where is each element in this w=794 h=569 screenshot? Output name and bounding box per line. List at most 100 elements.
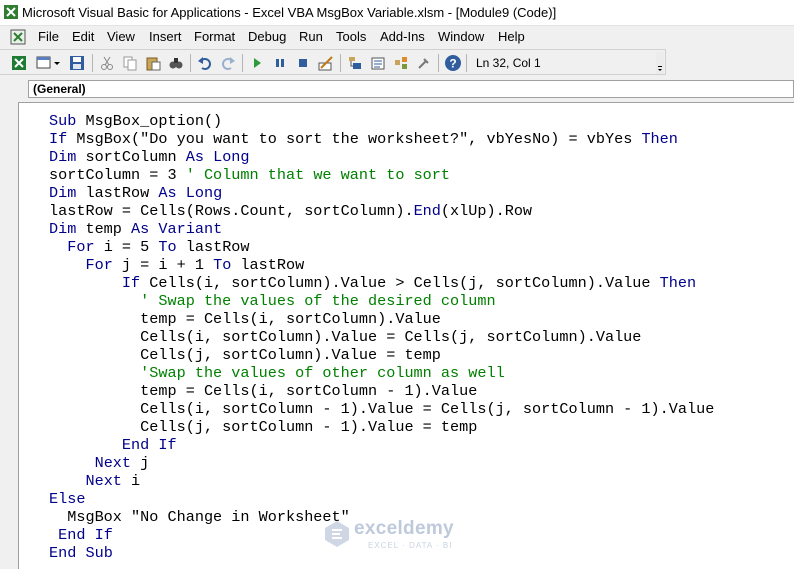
code-line[interactable]: For i = 5 To lastRow bbox=[49, 238, 714, 256]
code-line[interactable]: lastRow = Cells(Rows.Count, sortColumn).… bbox=[49, 202, 714, 220]
object-browser-icon[interactable] bbox=[392, 54, 410, 72]
code-keyword: As bbox=[158, 184, 177, 202]
menu-run[interactable]: Run bbox=[299, 29, 323, 44]
code-comment: ' Swap the values of the desired column bbox=[140, 292, 496, 310]
menu-help[interactable]: Help bbox=[498, 29, 525, 44]
redo-icon[interactable] bbox=[219, 54, 237, 72]
toolbox-icon[interactable] bbox=[415, 54, 433, 72]
code-keyword: Sub bbox=[85, 544, 113, 562]
break-icon[interactable] bbox=[271, 54, 289, 72]
undo-icon[interactable] bbox=[196, 54, 214, 72]
watermark-tagline: EXCEL · DATA · BI bbox=[368, 541, 453, 550]
reset-icon[interactable] bbox=[294, 54, 312, 72]
code-line[interactable]: If MsgBox("Do you want to sort the works… bbox=[49, 130, 714, 148]
design-mode-icon[interactable] bbox=[317, 54, 335, 72]
code-keyword: For bbox=[85, 256, 113, 274]
code-line[interactable]: Dim sortColumn As Long bbox=[49, 148, 714, 166]
menu-bar: File Edit View Insert Format Debug Run T… bbox=[0, 26, 794, 48]
code-keyword: If bbox=[49, 130, 68, 148]
code-lines: Sub MsgBox_option() If MsgBox("Do you wan… bbox=[49, 112, 714, 562]
menu-view[interactable]: View bbox=[107, 29, 135, 44]
code-comment: 'Swap the values of other column as well bbox=[140, 364, 505, 382]
code-keyword: For bbox=[67, 238, 95, 256]
menu-add-ins[interactable]: Add-Ins bbox=[380, 29, 425, 44]
object-selector[interactable]: (General) bbox=[28, 80, 794, 98]
code-keyword: Variant bbox=[158, 220, 223, 238]
code-line[interactable]: 'Swap the values of other column as well bbox=[49, 364, 714, 382]
code-line[interactable]: Cells(i, sortColumn).Value = Cells(j, so… bbox=[49, 328, 714, 346]
code-keyword: Dim bbox=[49, 220, 77, 238]
code-keyword: To bbox=[213, 256, 232, 274]
code-line[interactable]: For j = i + 1 To lastRow bbox=[49, 256, 714, 274]
code-keyword: To bbox=[158, 238, 177, 256]
menu-format[interactable]: Format bbox=[194, 29, 235, 44]
run-icon[interactable] bbox=[248, 54, 266, 72]
code-line[interactable]: ' Swap the values of the desired column bbox=[49, 292, 714, 310]
help-icon[interactable]: ? bbox=[444, 54, 462, 72]
exceldemy-logo-icon bbox=[325, 521, 349, 547]
code-line[interactable]: End If bbox=[49, 436, 714, 454]
toolbar-separator bbox=[340, 54, 341, 72]
code-editor[interactable]: Sub MsgBox_option() If MsgBox("Do you wan… bbox=[18, 102, 794, 569]
code-line[interactable]: If Cells(i, sortColumn).Value > Cells(j,… bbox=[49, 274, 714, 292]
code-line[interactable]: Cells(j, sortColumn).Value = temp bbox=[49, 346, 714, 364]
code-line[interactable]: Dim temp As Variant bbox=[49, 220, 714, 238]
toolbar-separator bbox=[92, 54, 93, 72]
excel-icon[interactable] bbox=[10, 54, 28, 72]
vba-app-icon bbox=[4, 5, 18, 19]
code-keyword: As bbox=[185, 148, 204, 166]
menu-insert[interactable]: Insert bbox=[149, 29, 182, 44]
toolbar-separator bbox=[190, 54, 191, 72]
find-icon[interactable] bbox=[167, 54, 185, 72]
code-line[interactable]: Dim lastRow As Long bbox=[49, 184, 714, 202]
code-keyword: End bbox=[413, 202, 441, 220]
code-keyword: If bbox=[121, 274, 141, 292]
code-line[interactable]: Cells(j, sortColumn - 1).Value = temp bbox=[49, 418, 714, 436]
toolbar-separator bbox=[438, 54, 439, 72]
code-line[interactable]: sortColumn = 3 ' Column that we want to … bbox=[49, 166, 714, 184]
code-keyword: End bbox=[49, 544, 77, 562]
code-keyword: End bbox=[121, 436, 150, 454]
code-window: (General) Sub MsgBox_option() If MsgBox("… bbox=[4, 76, 794, 569]
code-line[interactable]: Cells(i, sortColumn - 1).Value = Cells(j… bbox=[49, 400, 714, 418]
menu-debug[interactable]: Debug bbox=[248, 29, 286, 44]
code-keyword: Dim bbox=[49, 184, 77, 202]
code-keyword: Next bbox=[94, 454, 132, 472]
code-line[interactable]: temp = Cells(i, sortColumn).Value bbox=[49, 310, 714, 328]
code-keyword: Then bbox=[641, 130, 678, 148]
code-line[interactable]: temp = Cells(i, sortColumn - 1).Value bbox=[49, 382, 714, 400]
code-keyword: Long bbox=[213, 148, 250, 166]
chevron-down-icon[interactable] bbox=[52, 54, 62, 72]
properties-icon[interactable] bbox=[369, 54, 387, 72]
code-comment: ' Column that we want to sort bbox=[185, 166, 451, 184]
menu-tools[interactable]: Tools bbox=[336, 29, 366, 44]
toolbar-separator bbox=[242, 54, 243, 72]
toolbar-overflow-grip[interactable] bbox=[656, 52, 664, 74]
menu-file[interactable]: File bbox=[38, 29, 59, 44]
code-keyword: As bbox=[131, 220, 150, 238]
code-keyword: End bbox=[58, 526, 86, 544]
standard-toolbar: ? Ln 32, Col 1 bbox=[0, 49, 666, 75]
paste-icon[interactable] bbox=[144, 54, 162, 72]
code-line[interactable]: Else bbox=[49, 490, 714, 508]
save-icon[interactable] bbox=[68, 54, 86, 72]
watermark-name: exceldemy bbox=[354, 518, 454, 539]
object-selector-value: (General) bbox=[33, 82, 86, 96]
code-line[interactable]: Next j bbox=[49, 454, 714, 472]
cut-icon[interactable] bbox=[98, 54, 116, 72]
code-keyword: Next bbox=[85, 472, 122, 490]
insert-module-icon[interactable] bbox=[35, 54, 53, 72]
code-line[interactable]: Next i bbox=[49, 472, 714, 490]
window-title: Microsoft Visual Basic for Applications … bbox=[22, 5, 557, 20]
project-explorer-icon[interactable] bbox=[346, 54, 364, 72]
menu-window[interactable]: Window bbox=[438, 29, 484, 44]
code-line[interactable]: Sub MsgBox_option() bbox=[49, 112, 714, 130]
copy-icon[interactable] bbox=[121, 54, 139, 72]
vba-menu-icon[interactable] bbox=[10, 29, 26, 45]
code-keyword: If bbox=[158, 436, 177, 454]
menu-edit[interactable]: Edit bbox=[72, 29, 94, 44]
code-keyword: Else bbox=[49, 490, 86, 508]
toolbar-separator bbox=[466, 54, 467, 72]
svg-text:?: ? bbox=[449, 57, 456, 71]
title-bar: Microsoft Visual Basic for Applications … bbox=[0, 0, 794, 26]
